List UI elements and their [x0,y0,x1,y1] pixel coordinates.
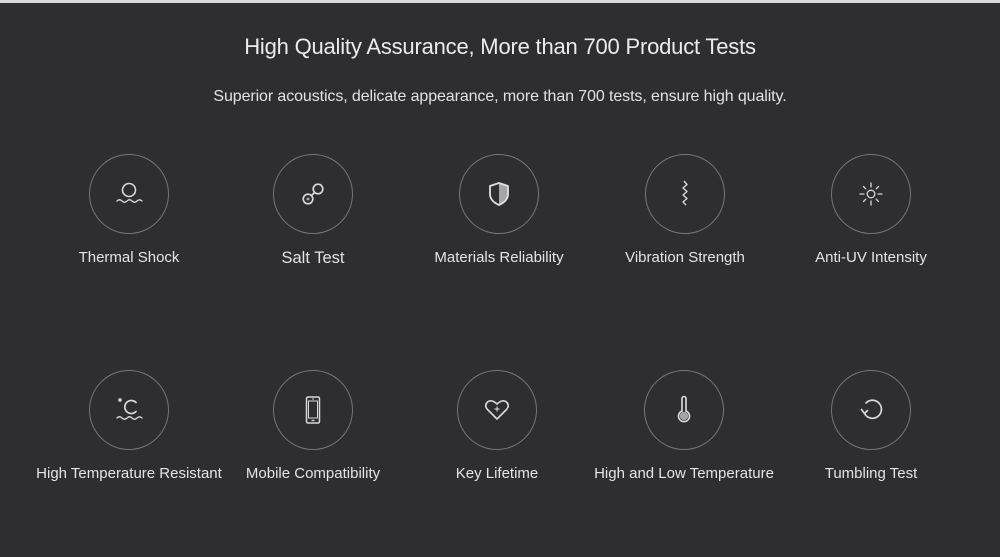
sun-icon [859,182,883,206]
icon-circle [645,154,725,234]
celsius-heat-icon [116,398,143,420]
icon-circle [273,370,353,450]
shield-icon [489,182,509,206]
rotate-icon [860,399,883,420]
top-border [0,0,1000,3]
vibration-zigzag-icon [682,180,688,206]
icon-circle [273,154,353,234]
salt-molecule-icon [302,183,324,205]
page-subtitle: Superior acoustics, delicate appearance,… [213,88,787,105]
icon-circle [831,370,911,450]
feature-anti-uv-intensity: Anti-UV Intensity [761,154,981,266]
thermal-shock-icon [116,182,143,203]
page-title: High Quality Assurance, More than 700 Pr… [244,34,756,59]
icon-circle [89,154,169,234]
thermometer-icon [677,395,691,423]
feature-label: Anti-UV Intensity [815,249,927,266]
heart-plus-icon [484,399,510,420]
feature-tumbling-test: Tumbling Test [761,370,981,482]
icon-circle [457,370,537,450]
icon-circle [89,370,169,450]
mobile-phone-icon [305,396,321,424]
icon-circle [831,154,911,234]
feature-label: Tumbling Test [824,465,918,482]
icon-circle [644,370,724,450]
icon-circle [459,154,539,234]
